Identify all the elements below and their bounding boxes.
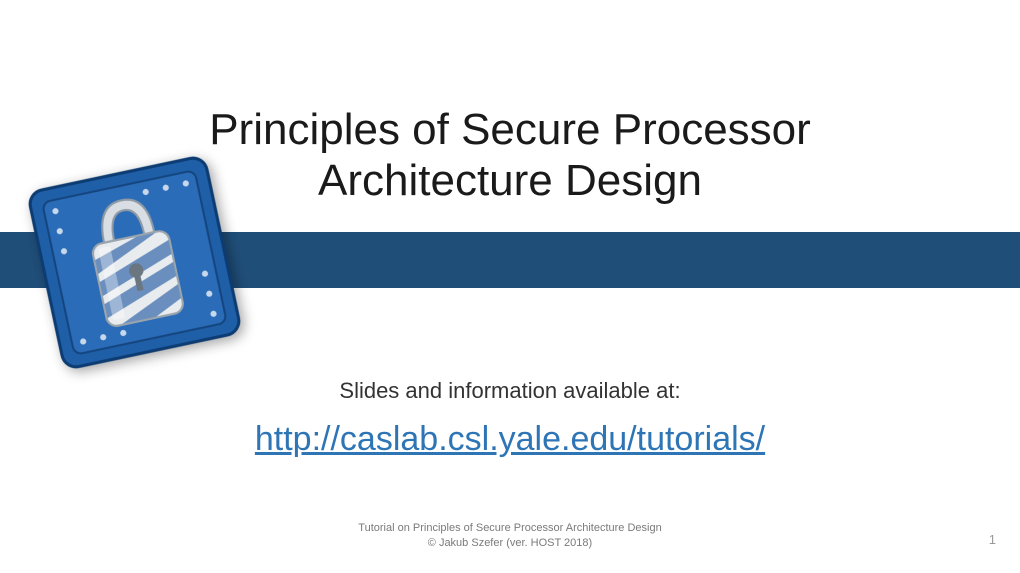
footer: Tutorial on Principles of Secure Process… — [0, 521, 1020, 551]
title-line-2: Architecture Design — [318, 156, 702, 205]
footer-line-2: © Jakub Szefer (ver. HOST 2018) — [0, 536, 1020, 551]
subtitle-text: Slides and information available at: — [0, 378, 1020, 404]
tutorial-link[interactable]: http://caslab.csl.yale.edu/tutorials/ — [255, 420, 765, 458]
page-number: 1 — [989, 532, 996, 547]
title-line-1: Principles of Secure Processor — [209, 105, 811, 154]
tutorial-link-container: http://caslab.csl.yale.edu/tutorials/ — [0, 420, 1020, 459]
chip-lock-icon — [13, 141, 256, 384]
footer-line-1: Tutorial on Principles of Secure Process… — [0, 521, 1020, 536]
